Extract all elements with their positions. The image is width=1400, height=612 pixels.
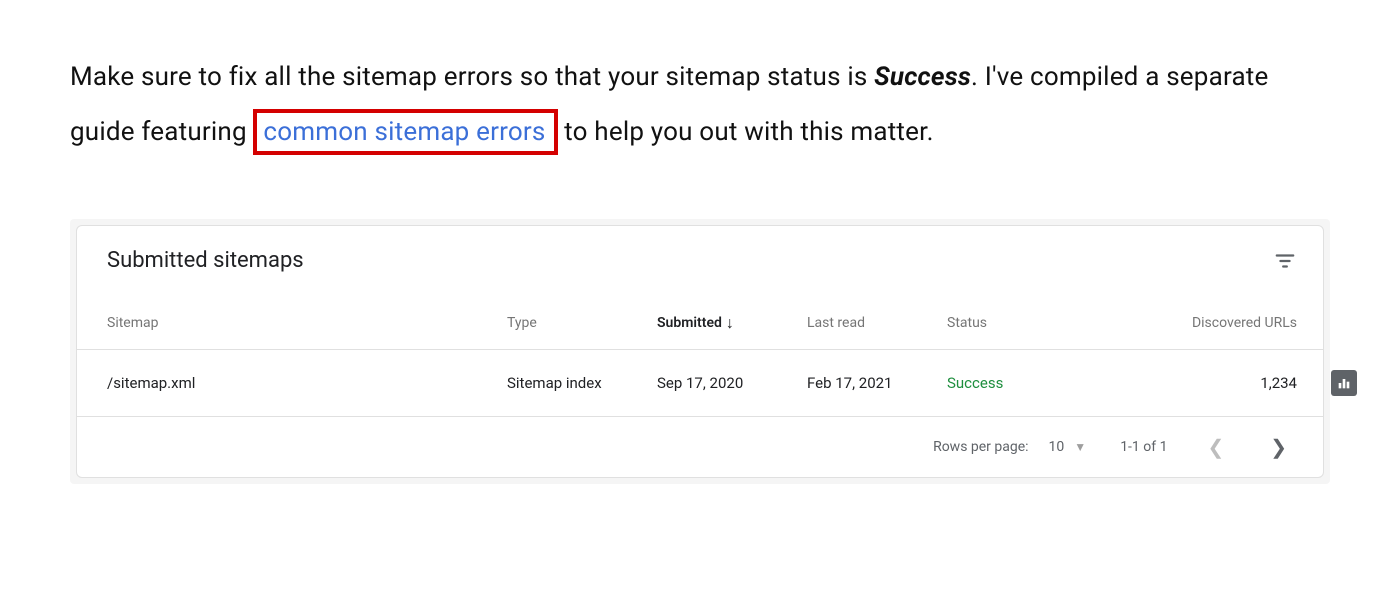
intro-part3: to help you out with this matter.: [558, 117, 934, 147]
intro-part1: Make sure to fix all the sitemap errors …: [70, 62, 874, 92]
pagination-bar: Rows per page: 10 ▼ 1-1 of 1 ❮ ❯: [77, 417, 1323, 477]
sort-arrow-down-icon: ↓: [726, 313, 734, 333]
page-range: 1-1 of 1: [1120, 439, 1167, 455]
panel-title: Submitted sitemaps: [107, 248, 304, 273]
col-type[interactable]: Type: [507, 315, 657, 331]
cell-chart: [1297, 370, 1357, 396]
rows-per-page-select[interactable]: 10 ▼: [1049, 439, 1087, 455]
cell-status: Success: [947, 374, 1117, 392]
col-submitted-label: Submitted: [657, 315, 722, 331]
intro-paragraph: Make sure to fix all the sitemap errors …: [70, 50, 1330, 159]
cell-discovered: 1,234: [1117, 374, 1297, 392]
sitemaps-card: Submitted sitemaps Sitemap Type Submitte…: [76, 225, 1324, 478]
rows-per-page: Rows per page: 10 ▼: [933, 439, 1086, 455]
cell-sitemap: /sitemap.xml: [107, 374, 507, 392]
col-discovered[interactable]: Discovered URLs: [1117, 315, 1297, 331]
rows-per-page-label: Rows per page:: [933, 439, 1028, 455]
next-page-button[interactable]: ❯: [1264, 435, 1293, 459]
success-word: Success: [874, 62, 971, 92]
col-status[interactable]: Status: [947, 315, 1117, 331]
rows-per-page-value: 10: [1049, 439, 1065, 455]
panel-header: Submitted sitemaps: [77, 226, 1323, 299]
col-submitted[interactable]: Submitted ↓: [657, 313, 807, 333]
common-sitemap-errors-link[interactable]: common sitemap errors: [253, 109, 557, 155]
bar-chart-icon[interactable]: [1331, 370, 1357, 396]
dropdown-arrow-icon: ▼: [1074, 440, 1086, 454]
table-row[interactable]: /sitemap.xml Sitemap index Sep 17, 2020 …: [77, 350, 1323, 417]
col-last-read[interactable]: Last read: [807, 315, 947, 331]
cell-last-read: Feb 17, 2021: [807, 374, 947, 392]
filter-icon[interactable]: [1273, 249, 1297, 273]
sitemaps-panel-container: Submitted sitemaps Sitemap Type Submitte…: [70, 219, 1330, 484]
cell-submitted: Sep 17, 2020: [657, 374, 807, 392]
prev-page-button[interactable]: ❮: [1201, 435, 1230, 459]
table-header-row: Sitemap Type Submitted ↓ Last read Statu…: [77, 299, 1323, 350]
cell-type: Sitemap index: [507, 374, 657, 392]
col-sitemap[interactable]: Sitemap: [107, 315, 507, 331]
